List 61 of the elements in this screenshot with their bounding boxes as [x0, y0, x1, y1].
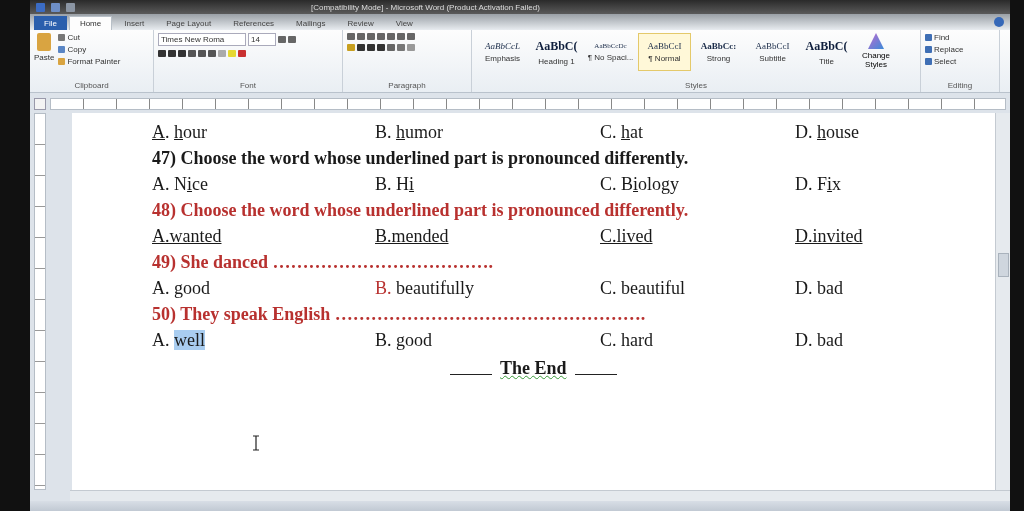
style-gallery-item[interactable]: AaBbCcI ¶ Normal: [638, 33, 691, 71]
ribbon-tab[interactable]: Home: [68, 16, 113, 30]
answer-option: C. hard: [600, 329, 795, 351]
ending-text: The End: [500, 357, 567, 379]
ribbon-tab[interactable]: File: [34, 16, 67, 30]
style-gallery-item[interactable]: AaBbC( Title: [800, 33, 853, 71]
editing-button[interactable]: Replace: [925, 45, 964, 54]
question-text: 49) She danced ……………………………….: [152, 250, 494, 274]
answer-option: A. well: [152, 329, 375, 351]
window-title: [Compatibility Mode] - Microsoft Word (Product Activation Failed): [311, 2, 540, 12]
answer-option: C. beautiful: [600, 277, 795, 299]
clipboard-button[interactable]: Copy: [58, 45, 121, 54]
group-label: Font: [239, 81, 257, 92]
answer-option: A. hour: [152, 121, 375, 143]
answer-option: C. Biology: [600, 173, 795, 195]
answer-option: D. bad: [795, 329, 905, 351]
ribbon-tab[interactable]: View: [385, 16, 423, 30]
tab-selector[interactable]: [34, 98, 46, 110]
answer-option: C. hat: [600, 121, 795, 143]
clipboard-button[interactable]: Cut: [58, 33, 121, 42]
style-gallery-item[interactable]: AaBbC( Heading 1: [530, 33, 583, 71]
font-size-field[interactable]: 14: [248, 33, 276, 46]
answer-option: A. Nice: [152, 173, 375, 195]
style-gallery-item[interactable]: AaBbCcL Emphasis: [476, 33, 529, 71]
style-gallery-item[interactable]: AaBbCcI Subtitle: [746, 33, 799, 71]
ribbon-tab[interactable]: Insert: [114, 16, 155, 30]
answer-option: B. Hi: [375, 173, 600, 195]
answer-option: D.invited: [795, 225, 905, 247]
style-gallery-item[interactable]: AaBbCc: Strong: [692, 33, 745, 71]
horizontal-scrollbar[interactable]: [70, 490, 1010, 501]
group-label: Styles: [684, 81, 708, 92]
answer-option: B.mended: [375, 225, 600, 247]
ribbon-tab[interactable]: Mailings: [286, 16, 336, 30]
answer-option: D. bad: [795, 277, 905, 299]
change-styles-button[interactable]: Change Styles: [854, 33, 898, 69]
answer-option: C.lived: [600, 225, 795, 247]
blank-line: [450, 373, 492, 375]
group-label: Clipboard: [73, 81, 110, 92]
answer-option: B. good: [375, 329, 600, 351]
question-text: 50) They speak English …………………………………………….: [152, 302, 647, 326]
answer-option: D. house: [795, 121, 905, 143]
clipboard-button[interactable]: Format Painter: [58, 57, 121, 66]
ribbon-tab[interactable]: Review: [337, 16, 384, 30]
vertical-scrollbar[interactable]: [995, 113, 1010, 490]
answer-option: B. humor: [375, 121, 600, 143]
ribbon-tab[interactable]: References: [223, 16, 285, 30]
question-text: 47) Choose the word whose underlined part is pronounced differently.: [152, 146, 690, 170]
blank-line: [574, 373, 617, 375]
paste-button[interactable]: Paste: [34, 33, 55, 62]
answer-option: A. good: [152, 277, 375, 299]
editing-button[interactable]: Find: [925, 33, 964, 42]
answer-option: D. Fix: [795, 173, 905, 195]
group-label: Editing: [946, 81, 974, 92]
editing-button[interactable]: Select: [925, 57, 964, 66]
question-text: 48) Choose the word whose underlined part is pronounced differently.: [152, 198, 690, 222]
answer-option: B. beautifully: [375, 277, 600, 299]
ribbon-tab[interactable]: Page Layout: [156, 16, 222, 30]
text-cursor-icon: [252, 435, 260, 451]
group-label: Paragraph: [387, 81, 427, 92]
font-name-field[interactable]: Times New Roma: [158, 33, 246, 46]
answer-option: A.wanted: [152, 225, 375, 247]
